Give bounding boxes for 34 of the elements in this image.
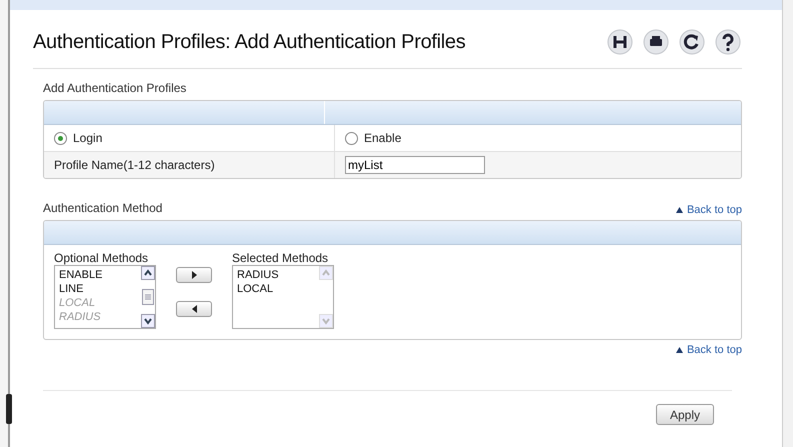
list-label: Selected Methods — [232, 251, 330, 265]
triangle-right-icon — [192, 271, 196, 279]
triangle-left-icon — [192, 305, 196, 313]
add-button[interactable] — [176, 267, 212, 283]
list-option[interactable]: LOCAL — [237, 282, 315, 296]
radio-button[interactable] — [54, 132, 67, 144]
back-to-top-link[interactable]: Back to top — [676, 204, 742, 216]
back-to-top-link[interactable]: Back to top — [676, 344, 742, 356]
refresh-icon[interactable] — [678, 28, 706, 56]
section-title: Add Authentication Profiles — [43, 81, 188, 95]
method-listbox[interactable]: RADIUS LOCAL — [232, 265, 334, 329]
scroll-down-icon[interactable] — [141, 314, 155, 328]
list-option[interactable]: ENABLE — [59, 268, 137, 282]
save-icon[interactable] — [606, 28, 634, 56]
radio-label[interactable]: Login — [73, 131, 102, 145]
help-icon[interactable] — [714, 28, 742, 56]
section-title: Authentication Method — [43, 201, 162, 215]
list-label: Optional Methods — [54, 251, 150, 265]
resize-handle[interactable] — [6, 394, 12, 424]
page-title: Authentication Profiles: Add Authentication Profiles — [33, 30, 466, 54]
scroll-thumb-icon[interactable] — [141, 289, 155, 305]
apply-button[interactable]: Apply — [656, 404, 714, 425]
radio-button[interactable] — [345, 132, 358, 144]
printer-icon[interactable] — [642, 28, 670, 56]
list-option[interactable]: LINE — [59, 282, 137, 296]
triangle-up-icon — [676, 207, 683, 213]
profile-name-field[interactable]: myList — [345, 156, 485, 174]
radio-label[interactable]: Enable — [364, 131, 402, 145]
scrollbar[interactable] — [782, 0, 793, 447]
remove-button[interactable] — [176, 301, 212, 317]
triangle-up-icon — [676, 347, 683, 353]
list-option[interactable]: RADIUS — [237, 268, 315, 282]
field-label: Profile Name(1-12 characters) — [54, 158, 215, 172]
scroll-up-icon[interactable] — [141, 266, 155, 280]
